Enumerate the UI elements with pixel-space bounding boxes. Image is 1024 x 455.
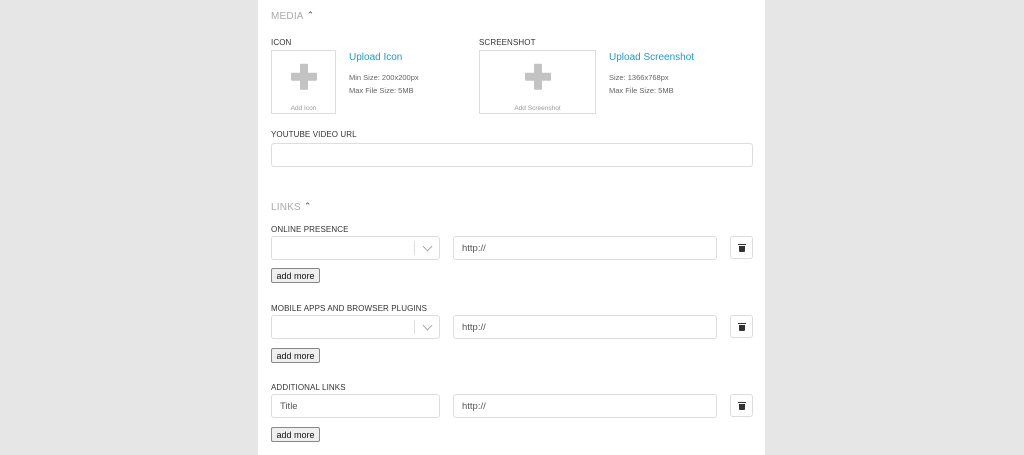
icon-min-size: Min Size: 200x200px (349, 73, 419, 82)
delete-online-presence-button[interactable] (730, 236, 753, 259)
trash-icon (737, 322, 746, 331)
mobile-apps-label: MOBILE APPS AND BROWSER PLUGINS (271, 304, 428, 313)
upload-screenshot-link[interactable]: Upload Screenshot (609, 52, 694, 63)
additional-link-title-input[interactable]: Title (271, 394, 440, 418)
select-divider (414, 241, 415, 255)
additional-links-label: ADDITIONAL LINKS (271, 383, 346, 392)
links-section-header[interactable]: LINKS ⌃ (271, 201, 312, 213)
youtube-url-input[interactable] (271, 143, 753, 167)
plus-icon (290, 63, 317, 90)
media-section-title: MEDIA (271, 11, 304, 22)
add-more-online-presence-button[interactable]: add more (271, 268, 320, 283)
form-panel: MEDIA ⌃ ICON Add Icon Upload Icon Min Si… (258, 0, 765, 455)
select-divider (414, 320, 415, 334)
online-presence-label: ONLINE PRESENCE (271, 225, 349, 234)
add-more-mobile-apps-button[interactable]: add more (271, 348, 320, 363)
additional-link-url-input[interactable]: http:// (453, 394, 717, 418)
screenshot-box-caption: Add Screenshot (514, 105, 561, 112)
plus-icon (524, 63, 551, 90)
add-more-additional-links-button[interactable]: add more (271, 427, 320, 442)
delete-mobile-apps-button[interactable] (730, 315, 753, 338)
icon-upload-box[interactable]: Add Icon (271, 50, 336, 114)
media-section-header[interactable]: MEDIA ⌃ (271, 10, 315, 22)
online-presence-url-input[interactable]: http:// (453, 236, 717, 260)
links-section-title: LINKS (271, 202, 301, 213)
chevron-up-icon: ⌃ (303, 201, 312, 211)
youtube-label: YOUTUBE VIDEO URL (271, 130, 357, 139)
trash-icon (737, 401, 746, 410)
trash-icon (737, 243, 746, 252)
screenshot-max-file-size: Max File Size: 5MB (609, 86, 674, 95)
mobile-apps-url-input[interactable]: http:// (453, 315, 717, 339)
chevron-up-icon: ⌃ (306, 10, 315, 20)
screenshot-upload-box[interactable]: Add Screenshot (479, 50, 596, 114)
screenshot-size: Size: 1366x768px (609, 73, 669, 82)
icon-requirements: Min Size: 200x200px Max File Size: 5MB (349, 71, 419, 97)
delete-additional-link-button[interactable] (730, 394, 753, 417)
icon-max-file-size: Max File Size: 5MB (349, 86, 414, 95)
icon-label: ICON (271, 38, 292, 47)
upload-icon-link[interactable]: Upload Icon (349, 52, 402, 63)
screenshot-requirements: Size: 1366x768px Max File Size: 5MB (609, 71, 674, 97)
screenshot-label: SCREENSHOT (479, 38, 536, 47)
icon-box-caption: Add Icon (290, 105, 317, 112)
